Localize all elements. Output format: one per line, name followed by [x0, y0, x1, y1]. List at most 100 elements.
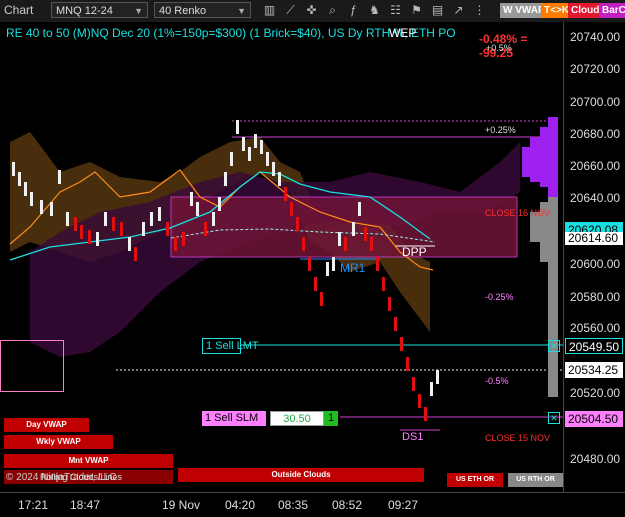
- template-icon[interactable]: ▤: [430, 3, 445, 18]
- wep-label: WEP: [389, 26, 417, 40]
- slm-qty-field[interactable]: 1: [324, 411, 338, 426]
- outside-clouds-button[interactable]: Outside Clouds: [178, 468, 424, 482]
- price-axis[interactable]: 20740.00 20720.00 20700.00 20680.00 2066…: [563, 22, 625, 492]
- chevron-down-icon: ▼: [134, 6, 143, 16]
- renko-brick: [236, 120, 239, 134]
- renko-brick: [120, 222, 123, 236]
- renko-brick: [278, 172, 281, 186]
- y-tick: 20600.00: [570, 257, 621, 271]
- renko-brick: [326, 262, 329, 276]
- renko-brick: [58, 170, 61, 184]
- sell-slm-price-flag: 20504.50: [565, 411, 623, 427]
- instrument-selector[interactable]: MNQ 12-24 ▼: [51, 2, 148, 18]
- wkly-vwap-button[interactable]: Wkly VWAP: [4, 435, 113, 449]
- sell-lmt-label: 1 Sell LMT: [206, 340, 259, 352]
- renko-brick: [424, 407, 427, 421]
- time-axis[interactable]: 17:21 18:47 19 Nov 04:20 08:35 08:52 09:…: [0, 492, 625, 517]
- renko-brick: [418, 394, 421, 408]
- renko-brick: [254, 134, 257, 148]
- renko-brick: [364, 227, 367, 241]
- renko-brick: [12, 162, 15, 176]
- y-tick: 20560.00: [570, 321, 621, 335]
- alert-icon[interactable]: ⚑: [409, 3, 424, 18]
- rolling-clouds-text: Rolling Clouds/Lines: [40, 472, 123, 482]
- cloud-button[interactable]: Cloud: [568, 3, 603, 18]
- renko-brick: [212, 212, 215, 226]
- renko-brick: [302, 237, 305, 251]
- renko-brick: [320, 292, 323, 306]
- renko-brick: [204, 222, 207, 236]
- range-box: [0, 340, 64, 392]
- zoom-icon[interactable]: ⌕: [325, 3, 340, 18]
- bar-style-icon[interactable]: ▥: [262, 3, 277, 18]
- renko-brick: [18, 172, 21, 186]
- renko-brick: [338, 232, 341, 246]
- ds1-label: DS1: [402, 431, 424, 443]
- slm-price-field[interactable]: 30.50: [270, 411, 324, 426]
- barcolor-button[interactable]: BarCo: [599, 3, 625, 18]
- x-tick: 08:35: [278, 498, 309, 512]
- mnt-vwap-button[interactable]: Mnt VWAP: [4, 454, 173, 468]
- minus05-label: -0.5%: [485, 376, 509, 386]
- renko-brick: [272, 162, 275, 176]
- renko-brick: [150, 212, 153, 226]
- sell-lmt-price-flag: 20549.50: [565, 338, 623, 354]
- renko-brick: [332, 257, 335, 271]
- renko-brick: [66, 212, 69, 226]
- strategy-icon[interactable]: ♞: [367, 3, 382, 18]
- renko-brick: [134, 247, 137, 261]
- sell-lmt-order-tag[interactable]: 1 Sell LMT: [202, 338, 259, 354]
- menu-icon[interactable]: ⋮: [472, 3, 487, 18]
- renko-brick: [388, 297, 391, 311]
- crosshair-icon[interactable]: ✜: [304, 3, 319, 18]
- x-tick: 04:20: [225, 498, 256, 512]
- y-tick: 20740.00: [570, 30, 621, 44]
- renko-brick: [394, 317, 397, 331]
- plus05-label: +0.5%: [486, 43, 512, 53]
- renko-brick: [412, 377, 415, 391]
- sell-slm-order-tag[interactable]: 1 Sell SLM: [202, 411, 266, 426]
- renko-brick: [24, 182, 27, 196]
- last-price-flag: 20534.25: [565, 362, 623, 378]
- renko-brick: [436, 370, 439, 384]
- renko-brick: [382, 277, 385, 291]
- x-tick: 09:27: [388, 498, 419, 512]
- renko-brick: [190, 192, 193, 206]
- sell-slm-label: 1 Sell SLM: [205, 412, 259, 424]
- chart-toolbar: Chart MNQ 12-24 ▼ 40 Renko ▼ ▥ ⟋ ✜ ⌕ ƒ ♞ ☷…: [0, 0, 625, 23]
- instrument-value: MNQ 12-24: [56, 5, 113, 17]
- share-icon[interactable]: ↗: [451, 3, 466, 18]
- renko-brick: [314, 277, 317, 291]
- renko-brick: [50, 202, 53, 216]
- x-tick: 17:21: [18, 498, 49, 512]
- cancel-slm-icon[interactable]: ✕: [548, 412, 560, 424]
- y-tick: 20680.00: [570, 127, 621, 141]
- x-tick: 18:47: [70, 498, 101, 512]
- bar-type-selector[interactable]: 40 Renko ▼: [154, 2, 251, 18]
- renko-brick: [166, 222, 169, 236]
- renko-brick: [142, 222, 145, 236]
- close15-label: CLOSE 15 NOV: [485, 433, 551, 443]
- renko-brick: [344, 237, 347, 251]
- renko-brick: [88, 230, 91, 244]
- us-eth-or-button[interactable]: US ETH OR: [447, 473, 503, 487]
- cancel-lmt-icon[interactable]: ✕: [548, 340, 560, 352]
- chart-panel[interactable]: RE 40 to 50 (M)NQ Dec 20 (1%=150p=$300) …: [0, 22, 563, 492]
- renko-brick: [80, 225, 83, 239]
- us-rth-or-button[interactable]: US RTH OR: [508, 473, 563, 487]
- chevron-down-icon: ▼: [237, 6, 246, 16]
- renko-brick: [104, 212, 107, 226]
- properties-icon[interactable]: ☷: [388, 3, 403, 18]
- y-tick: 20520.00: [570, 386, 621, 400]
- renko-brick: [74, 217, 77, 231]
- indicators-icon[interactable]: ƒ: [346, 3, 361, 18]
- drawing-tool-icon[interactable]: ⟋: [283, 3, 298, 18]
- plus025-label: +0.25%: [485, 125, 516, 135]
- renko-brick: [370, 237, 373, 251]
- renko-brick: [260, 140, 263, 154]
- renko-brick: [376, 257, 379, 271]
- renko-brick: [230, 152, 233, 166]
- minus025-label: -0.25%: [485, 292, 514, 302]
- day-vwap-button[interactable]: Day VWAP: [4, 418, 89, 432]
- renko-brick: [128, 237, 131, 251]
